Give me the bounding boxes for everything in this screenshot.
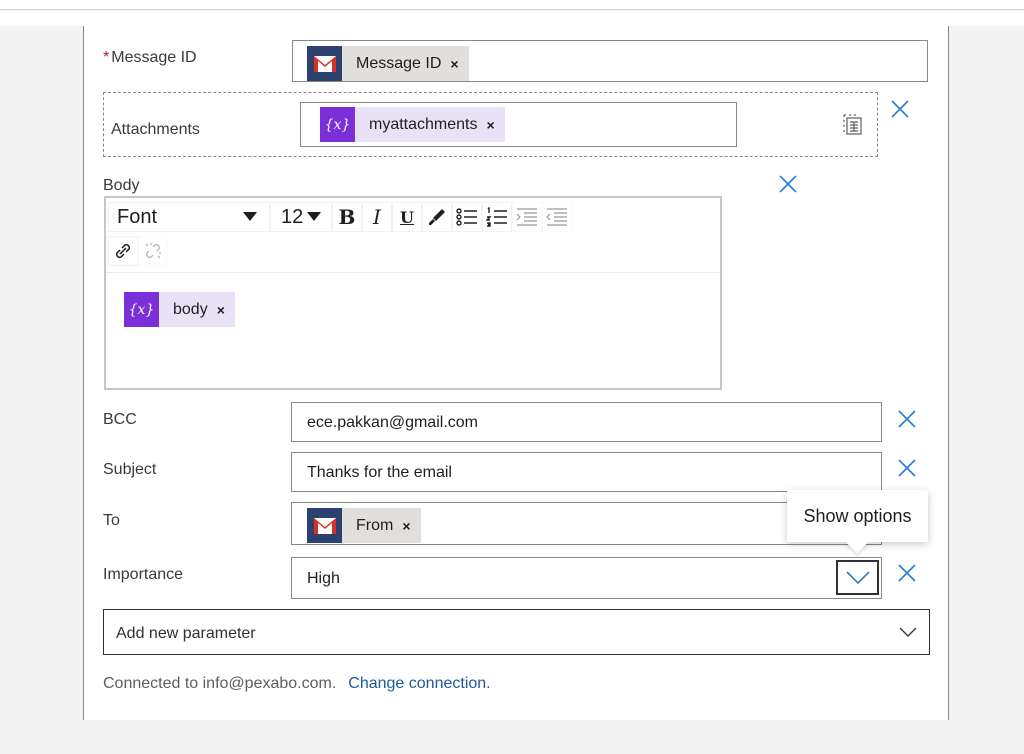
- top-spacer: [0, 11, 1024, 26]
- show-options-button[interactable]: [836, 560, 879, 595]
- remove-importance-icon[interactable]: [897, 563, 919, 585]
- attachments-field[interactable]: {x} myattachments ×: [300, 102, 737, 147]
- indent-button[interactable]: [512, 202, 542, 232]
- unlink-icon: [145, 243, 161, 259]
- font-color-button[interactable]: [422, 202, 452, 232]
- paintbrush-icon: [429, 209, 445, 225]
- outdent-button[interactable]: [542, 202, 572, 232]
- show-options-tooltip: Show options: [787, 490, 928, 554]
- dropdown-arrow-icon: [307, 212, 322, 221]
- bcc-input[interactable]: ece.pakkan@gmail.com: [291, 402, 882, 442]
- myattachments-token[interactable]: {x} myattachments ×: [320, 107, 505, 142]
- bulleted-list-button[interactable]: [452, 202, 482, 232]
- italic-button[interactable]: I: [362, 202, 392, 232]
- importance-label: Importance: [103, 566, 184, 583]
- connected-text: Connected to info@pexabo.com.: [103, 675, 337, 692]
- gmail-icon: [307, 508, 342, 543]
- add-new-parameter-dropdown[interactable]: Add new parameter: [103, 609, 930, 655]
- message-id-token[interactable]: Message ID ×: [307, 46, 469, 81]
- bullet-list-icon: [456, 208, 477, 226]
- required-marker: *: [103, 49, 110, 66]
- attachments-label: Attachments: [111, 121, 200, 138]
- body-token[interactable]: {x} body ×: [124, 292, 235, 327]
- chevron-down-icon: [845, 570, 870, 584]
- numbered-list-button[interactable]: [482, 202, 512, 232]
- message-id-field[interactable]: Message ID ×: [292, 40, 928, 82]
- remove-token-button[interactable]: ×: [402, 518, 410, 534]
- toolbar-divider: [106, 272, 720, 273]
- importance-select[interactable]: High: [291, 557, 882, 599]
- insert-link-button[interactable]: [108, 236, 138, 266]
- remove-attachments-icon[interactable]: [890, 99, 912, 121]
- chevron-down-icon: [899, 627, 917, 637]
- remove-token-button[interactable]: ×: [217, 302, 225, 318]
- numbered-list-icon: [486, 207, 507, 227]
- expression-icon: {x}: [124, 292, 159, 327]
- change-connection-link[interactable]: Change connection.: [348, 675, 490, 692]
- bcc-label: BCC: [103, 411, 137, 428]
- from-token[interactable]: From ×: [307, 508, 421, 543]
- subject-label: Subject: [103, 461, 157, 478]
- link-icon: [115, 243, 131, 259]
- canvas-background: [0, 720, 1024, 754]
- array-mode-icon[interactable]: [841, 113, 863, 135]
- remove-bcc-icon[interactable]: [897, 409, 919, 431]
- connection-info: Connected to info@pexabo.com. Change conn…: [103, 675, 491, 693]
- outdent-icon: [546, 208, 567, 226]
- body-editor[interactable]: Font 12 B I U {x} body ×: [104, 196, 722, 390]
- remove-token-button[interactable]: ×: [486, 117, 494, 133]
- remove-subject-icon[interactable]: [897, 458, 919, 480]
- underline-button[interactable]: U: [392, 202, 422, 232]
- font-size-dropdown[interactable]: 12: [270, 202, 332, 232]
- indent-icon: [516, 208, 537, 226]
- subject-input[interactable]: Thanks for the email: [291, 452, 882, 492]
- remove-token-button[interactable]: ×: [450, 56, 458, 72]
- dropdown-arrow-icon: [243, 212, 257, 221]
- remove-body-icon[interactable]: [778, 174, 800, 196]
- font-dropdown[interactable]: Font: [108, 202, 270, 232]
- bold-button[interactable]: B: [332, 202, 362, 232]
- editor-toolbar: Font 12 B I U: [106, 198, 720, 274]
- body-label: Body: [103, 177, 140, 194]
- message-id-label: * Message ID: [103, 49, 197, 66]
- expression-icon: {x}: [320, 107, 355, 142]
- gmail-icon: [307, 46, 342, 81]
- remove-link-button[interactable]: [138, 236, 168, 266]
- top-bar: [0, 0, 1024, 10]
- to-label: To: [103, 512, 120, 529]
